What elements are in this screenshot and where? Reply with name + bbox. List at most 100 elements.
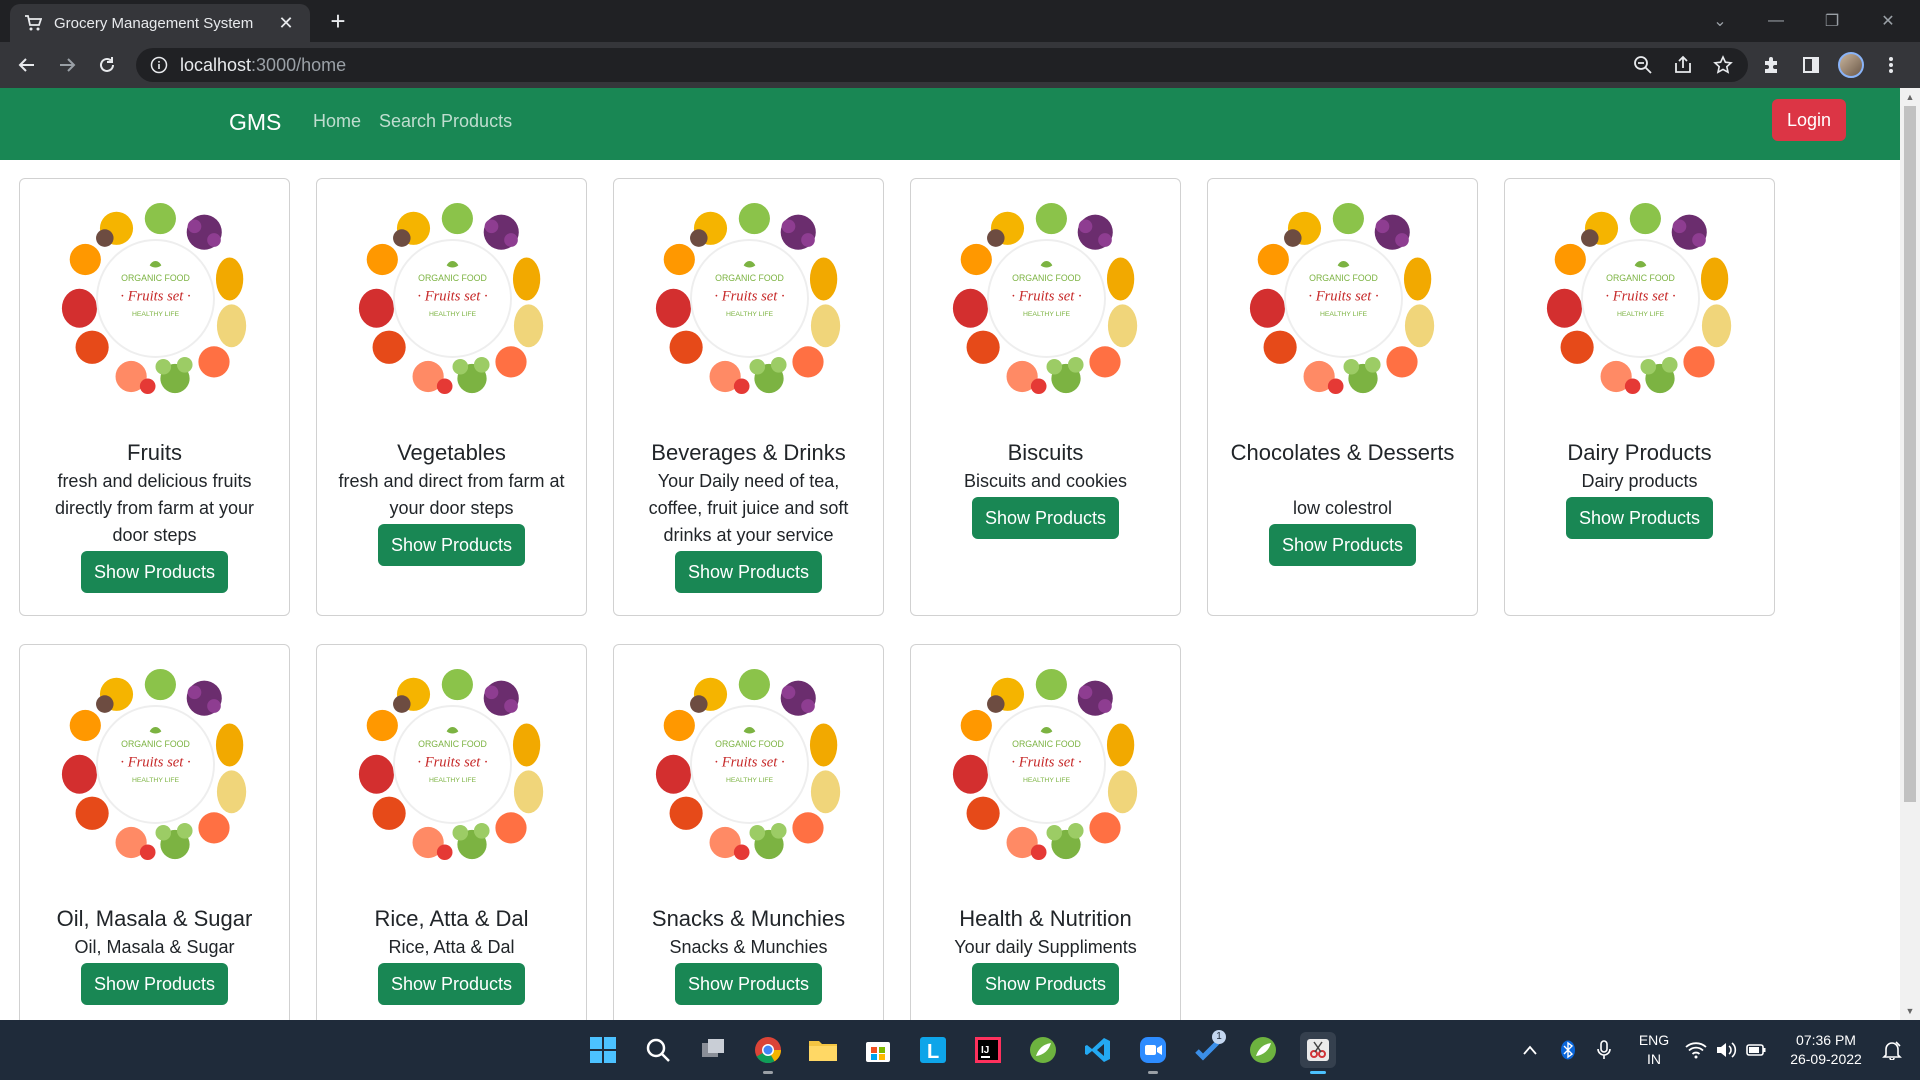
star-icon[interactable] bbox=[1708, 50, 1738, 80]
share-icon[interactable] bbox=[1668, 50, 1698, 80]
category-image: ORGANIC FOOD · Fruits set · HEALTHY LIFE bbox=[355, 667, 550, 862]
restore-icon[interactable]: ❐ bbox=[1804, 0, 1860, 42]
svg-text:· Fruits set ·: · Fruits set · bbox=[714, 754, 784, 770]
clock[interactable]: 07:36 PM 26-09-2022 bbox=[1778, 1031, 1874, 1069]
windows-start-icon[interactable] bbox=[585, 1032, 621, 1068]
category-image: ORGANIC FOOD · Fruits set · HEALTHY LIFE bbox=[58, 667, 253, 862]
vscode-icon[interactable] bbox=[1080, 1032, 1116, 1068]
category-card: ORGANIC FOOD · Fruits set · HEALTHY LIFE… bbox=[910, 644, 1181, 1020]
category-card: ORGANIC FOOD · Fruits set · HEALTHY LIFE… bbox=[19, 178, 290, 616]
category-card: ORGANIC FOOD · Fruits set · HEALTHY LIFE… bbox=[316, 178, 587, 616]
category-description: fresh and direct from farm at your door … bbox=[338, 471, 565, 518]
show-products-button[interactable]: Show Products bbox=[378, 963, 525, 1005]
show-products-button[interactable]: Show Products bbox=[675, 963, 822, 1005]
login-button[interactable]: Login bbox=[1772, 99, 1846, 141]
category-title: Oil, Masala & Sugar bbox=[56, 906, 253, 931]
side-panel-icon[interactable] bbox=[1796, 50, 1826, 80]
svg-text:· Fruits set ·: · Fruits set · bbox=[1308, 288, 1378, 304]
category-description: Biscuits and cookies bbox=[963, 471, 1128, 491]
nav-link-home[interactable]: Home bbox=[313, 111, 361, 132]
region-code: IN bbox=[1647, 1051, 1661, 1067]
svg-text:ORGANIC FOOD: ORGANIC FOOD bbox=[1606, 273, 1675, 283]
task-view-icon[interactable] bbox=[695, 1032, 731, 1068]
fruit-basket-image: ORGANIC FOOD · Fruits set · HEALTHY LIFE bbox=[61, 202, 247, 395]
language-indicator[interactable]: ENG IN bbox=[1634, 1031, 1674, 1069]
category-card: ORGANIC FOOD · Fruits set · HEALTHY LIFE… bbox=[613, 644, 884, 1020]
wifi-icon[interactable] bbox=[1684, 1032, 1708, 1068]
microsoft-store-icon[interactable] bbox=[860, 1032, 896, 1068]
file-explorer-icon[interactable] bbox=[805, 1032, 841, 1068]
page-scrollbar[interactable]: ▲ ▼ bbox=[1900, 88, 1920, 1020]
category-description: low colestrol bbox=[1292, 498, 1393, 518]
intellij-icon[interactable]: IJ bbox=[970, 1032, 1006, 1068]
microphone-icon[interactable] bbox=[1594, 1032, 1614, 1068]
menu-dots-icon[interactable] bbox=[1876, 50, 1906, 80]
fruit-basket-image: ORGANIC FOOD · Fruits set · HEALTHY LIFE bbox=[952, 668, 1138, 861]
puzzle-icon[interactable] bbox=[1756, 50, 1786, 80]
show-products-button[interactable]: Show Products bbox=[972, 497, 1119, 539]
category-card: ORGANIC FOOD · Fruits set · HEALTHY LIFE… bbox=[910, 178, 1181, 616]
avatar[interactable] bbox=[1836, 50, 1866, 80]
back-arrow-icon[interactable] bbox=[12, 50, 42, 80]
spring-tool-icon[interactable] bbox=[1025, 1032, 1061, 1068]
battery-icon[interactable] bbox=[1744, 1032, 1768, 1068]
show-products-button[interactable]: Show Products bbox=[972, 963, 1119, 1005]
minimize-icon[interactable]: — bbox=[1748, 0, 1804, 42]
show-products-button[interactable]: Show Products bbox=[1269, 524, 1416, 566]
svg-text:HEALTHY LIFE: HEALTHY LIFE bbox=[132, 777, 180, 784]
browser-toolbar: localhost:3000/home bbox=[0, 42, 1920, 88]
zoom-icon[interactable] bbox=[1628, 50, 1658, 80]
fruit-basket-image: ORGANIC FOOD · Fruits set · HEALTHY LIFE bbox=[358, 668, 544, 861]
brand-logo[interactable]: GMS bbox=[229, 109, 281, 136]
snipping-tool-icon[interactable] bbox=[1300, 1032, 1336, 1074]
svg-text:HEALTHY LIFE: HEALTHY LIFE bbox=[1320, 311, 1368, 318]
page-viewport: GMS Home Search Products Login ORGANIC F… bbox=[0, 88, 1920, 1020]
forward-arrow-icon[interactable] bbox=[52, 50, 82, 80]
svg-text:HEALTHY LIFE: HEALTHY LIFE bbox=[1617, 311, 1665, 318]
address-bar[interactable]: localhost:3000/home bbox=[136, 48, 1748, 82]
volume-icon[interactable] bbox=[1714, 1032, 1738, 1068]
zoom-meetings-icon[interactable] bbox=[1135, 1032, 1171, 1074]
tab-close-icon[interactable]: ✕ bbox=[276, 13, 296, 33]
fruit-basket-image: ORGANIC FOOD · Fruits set · HEALTHY LIFE bbox=[1249, 202, 1435, 395]
browser-tab[interactable]: Grocery Management System ✕ bbox=[10, 4, 310, 42]
category-title: Vegetables bbox=[397, 440, 506, 465]
nav-link-search-products[interactable]: Search Products bbox=[379, 111, 512, 132]
new-tab-plus-icon[interactable]: + bbox=[324, 8, 352, 36]
show-products-button[interactable]: Show Products bbox=[1566, 497, 1713, 539]
show-products-button[interactable]: Show Products bbox=[675, 551, 822, 593]
svg-text:ORGANIC FOOD: ORGANIC FOOD bbox=[1012, 273, 1081, 283]
category-image: ORGANIC FOOD · Fruits set · HEALTHY LIFE bbox=[949, 201, 1144, 396]
scroll-down-arrow-icon[interactable]: ▼ bbox=[1900, 1002, 1920, 1020]
bluetooth-icon[interactable] bbox=[1558, 1032, 1578, 1068]
reload-icon[interactable] bbox=[92, 50, 122, 80]
category-title: Chocolates & Desserts bbox=[1230, 440, 1455, 465]
lens-app-icon[interactable]: L bbox=[915, 1032, 951, 1068]
show-products-button[interactable]: Show Products bbox=[81, 963, 228, 1005]
tab-title: Grocery Management System bbox=[54, 14, 254, 32]
svg-text:HEALTHY LIFE: HEALTHY LIFE bbox=[429, 311, 477, 318]
spring-boot-icon[interactable] bbox=[1245, 1032, 1281, 1068]
show-products-button[interactable]: Show Products bbox=[378, 524, 525, 566]
svg-text:· Fruits set ·: · Fruits set · bbox=[417, 754, 487, 770]
show-products-button[interactable]: Show Products bbox=[81, 551, 228, 593]
svg-text:ORGANIC FOOD: ORGANIC FOOD bbox=[715, 273, 784, 283]
notification-bell-icon[interactable] bbox=[1880, 1032, 1904, 1068]
scroll-up-arrow-icon[interactable]: ▲ bbox=[1900, 88, 1920, 106]
category-description: Your Daily need of tea, coffee, fruit ju… bbox=[648, 471, 849, 545]
tab-search-chevron-icon[interactable]: ⌄ bbox=[1692, 0, 1748, 42]
svg-text:· Fruits set ·: · Fruits set · bbox=[1605, 288, 1675, 304]
svg-text:· Fruits set ·: · Fruits set · bbox=[1011, 288, 1081, 304]
svg-text:ORGANIC FOOD: ORGANIC FOOD bbox=[418, 273, 487, 283]
scrollbar-thumb[interactable] bbox=[1904, 106, 1916, 802]
search-icon[interactable] bbox=[640, 1032, 676, 1068]
chevron-up-icon[interactable] bbox=[1520, 1032, 1540, 1068]
todo-icon[interactable]: 1 bbox=[1190, 1030, 1226, 1068]
category-title: Rice, Atta & Dal bbox=[374, 906, 529, 931]
fruit-basket-image: ORGANIC FOOD · Fruits set · HEALTHY LIFE bbox=[655, 668, 841, 861]
info-icon[interactable] bbox=[150, 56, 168, 74]
svg-text:· Fruits set ·: · Fruits set · bbox=[714, 288, 784, 304]
window-close-icon[interactable]: ✕ bbox=[1860, 0, 1916, 42]
chrome-icon[interactable] bbox=[750, 1032, 786, 1074]
fruit-basket-image: ORGANIC FOOD · Fruits set · HEALTHY LIFE bbox=[655, 202, 841, 395]
